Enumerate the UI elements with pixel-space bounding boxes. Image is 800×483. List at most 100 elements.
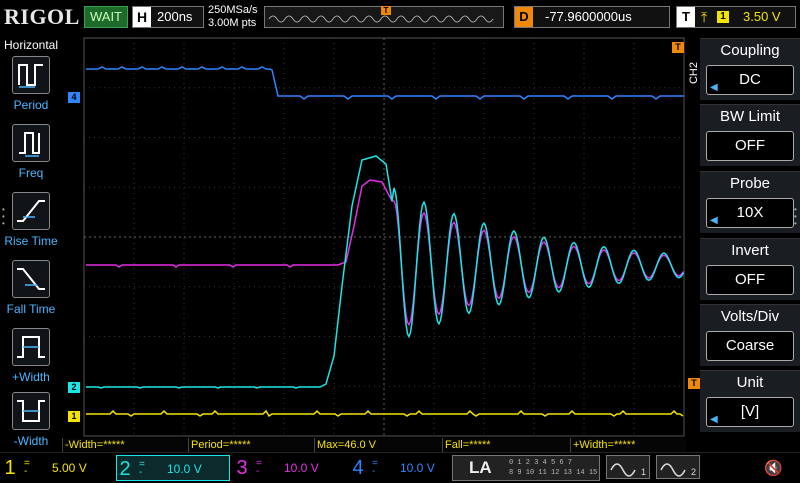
bw-limit-title: BW Limit bbox=[720, 108, 780, 125]
trigger-channel: 1 bbox=[717, 11, 729, 23]
delay-label: D bbox=[515, 7, 533, 27]
invert-title: Invert bbox=[731, 242, 769, 259]
generator-2-button[interactable]: 2 bbox=[656, 455, 700, 479]
invert-menu-item[interactable]: Invert OFF bbox=[700, 238, 800, 300]
generator-1-number: 1 bbox=[640, 467, 646, 477]
sample-rate: 250MSa/s bbox=[208, 4, 258, 16]
probe-value-text: 10X bbox=[736, 204, 764, 221]
measurement-negative-width[interactable]: -Width=***** bbox=[62, 438, 125, 452]
trigger-level-marker[interactable]: T bbox=[672, 42, 684, 53]
rise-time-icon bbox=[12, 192, 50, 230]
ch2-number: 2 bbox=[119, 458, 131, 480]
delay-box[interactable]: D -77.9600000us bbox=[514, 6, 670, 28]
ch1-offset-marker[interactable]: 1 bbox=[68, 411, 80, 422]
ch2-offset-marker[interactable]: 2 bbox=[68, 382, 80, 393]
ch1-scale: 5.00 V bbox=[52, 461, 87, 475]
chevron-left-icon: ◀ bbox=[710, 215, 718, 226]
unit-value[interactable]: ◀ [V] bbox=[706, 397, 794, 427]
logic-analyzer-button[interactable]: LA 0 1 2 3 4 5 6 7 8 9 10 11 12 13 14 15 bbox=[452, 455, 600, 481]
ch3-scale: 10.0 V bbox=[284, 461, 319, 475]
coupling-menu-item[interactable]: Coupling ◀ DC bbox=[700, 38, 800, 100]
period-label: Period bbox=[13, 98, 49, 112]
probe-title: Probe bbox=[729, 175, 771, 192]
invert-value[interactable]: OFF bbox=[706, 265, 794, 295]
unit-value-text: [V] bbox=[740, 403, 760, 420]
right-menu-scroll-dots: • • • bbox=[794, 205, 797, 228]
right-channel-menu: Coupling ◀ DC BW Limit OFF Probe ◀ 10X Inv… bbox=[700, 38, 800, 438]
generator-2-number: 2 bbox=[690, 467, 696, 477]
trigger-level-marker-lower[interactable]: T bbox=[688, 378, 700, 389]
bw-limit-menu-item[interactable]: BW Limit OFF bbox=[700, 104, 800, 166]
coupling-value-text: DC bbox=[739, 71, 761, 88]
probe-menu-item[interactable]: Probe ◀ 10X bbox=[700, 171, 800, 233]
horizontal-label: H bbox=[133, 7, 151, 27]
volts-div-value[interactable]: Coarse bbox=[706, 331, 794, 361]
rising-edge-icon: ⤒ bbox=[701, 9, 708, 25]
ch4-offset-marker[interactable]: 4 bbox=[68, 92, 80, 103]
measurement-max[interactable]: Max=46.0 V bbox=[314, 438, 376, 452]
ch3-waveform bbox=[86, 179, 685, 327]
fall-time-label: Fall Time bbox=[6, 302, 56, 316]
la-row2: 8 9 10 11 12 13 14 15 bbox=[509, 469, 598, 477]
measure-period-button[interactable]: Period bbox=[0, 56, 62, 120]
dc-coupling-icon: = - bbox=[24, 458, 30, 477]
dc-coupling-icon: = - bbox=[256, 458, 262, 477]
ch1-status[interactable]: 1 = - 5.00 V bbox=[2, 455, 114, 481]
rigol-logo: RIGOL bbox=[4, 4, 80, 29]
generator-1-button[interactable]: 1 bbox=[606, 455, 650, 479]
volts-div-menu-item[interactable]: Volts/Div Coarse bbox=[700, 304, 800, 366]
left-measure-menu: Horizontal Period Freq Rise Time Fall Ti… bbox=[0, 38, 62, 450]
probe-value[interactable]: ◀ 10X bbox=[706, 198, 794, 228]
ch2-scale: 10.0 V bbox=[167, 462, 202, 476]
coupling-title: Coupling bbox=[720, 42, 780, 59]
measure-rise-time-button[interactable]: Rise Time bbox=[0, 192, 62, 256]
negative-width-label: -Width bbox=[13, 434, 49, 448]
ch4-status[interactable]: 4 = - 10.0 V bbox=[350, 455, 450, 481]
freq-label: Freq bbox=[18, 166, 44, 180]
ch2-status[interactable]: 2 = - 10.0 V bbox=[116, 455, 230, 481]
period-icon bbox=[12, 56, 50, 94]
acquisition-status-badge[interactable]: WAIT bbox=[84, 6, 128, 28]
memory-overview-strip[interactable]: T bbox=[264, 6, 504, 28]
ch2-waveform bbox=[86, 155, 685, 389]
channel-status-bar: 1 = - 5.00 V 2 = - 10.0 V 3 = - 10.0 V 4 = -… bbox=[0, 452, 800, 481]
left-menu-title: Horizontal bbox=[3, 38, 59, 52]
unit-title: Unit bbox=[736, 374, 764, 391]
measure-fall-time-button[interactable]: Fall Time bbox=[0, 260, 62, 324]
rise-time-label: Rise Time bbox=[4, 234, 58, 248]
measure-positive-width-button[interactable]: +Width bbox=[0, 328, 62, 392]
measurement-fall[interactable]: Fall=***** bbox=[442, 438, 491, 452]
sample-info: 250MSa/s 3.00M pts bbox=[208, 4, 258, 30]
unit-menu-item[interactable]: Unit ◀ [V] bbox=[700, 370, 800, 432]
timebase-value: 200ns bbox=[157, 9, 193, 24]
measure-negative-width-button[interactable]: -Width bbox=[0, 392, 62, 456]
dc-coupling-icon: = - bbox=[139, 459, 145, 478]
positive-width-label: +Width bbox=[12, 370, 50, 384]
speaker-muted-icon[interactable]: 🔇 bbox=[764, 459, 783, 477]
negative-width-icon bbox=[12, 392, 50, 430]
chevron-left-icon: ◀ bbox=[710, 414, 718, 425]
ch3-status[interactable]: 3 = - 10.0 V bbox=[234, 455, 346, 481]
trigger-position-marker: T bbox=[381, 6, 391, 15]
fall-time-icon bbox=[12, 260, 50, 298]
measurement-period[interactable]: Period=***** bbox=[188, 438, 251, 452]
trigger-level: 3.50 V bbox=[743, 9, 781, 24]
right-menu-channel-tag: CH2 bbox=[688, 62, 700, 85]
waveform-graticule bbox=[83, 37, 685, 437]
measurement-bar: -Width=***** Period=***** Max=46.0 V Fal… bbox=[62, 438, 686, 452]
top-status-bar: RIGOL WAIT H 200ns 250MSa/s 3.00M pts T … bbox=[0, 0, 800, 36]
trigger-box[interactable]: T ⤒ 1 3.50 V bbox=[676, 6, 796, 28]
coupling-value[interactable]: ◀ DC bbox=[706, 65, 794, 95]
measure-freq-button[interactable]: Freq bbox=[0, 124, 62, 188]
volts-div-title: Volts/Div bbox=[720, 308, 780, 325]
trigger-label: T bbox=[677, 7, 695, 27]
bw-limit-value[interactable]: OFF bbox=[706, 131, 794, 161]
measurement-positive-width[interactable]: +Width=***** bbox=[570, 438, 635, 452]
waveform-display[interactable]: 4 2 1 T T bbox=[62, 36, 700, 438]
ch1-waveform bbox=[86, 409, 684, 418]
delay-value: -77.9600000us bbox=[545, 9, 632, 24]
ch3-number: 3 bbox=[236, 457, 248, 479]
horizontal-timebase-box[interactable]: H 200ns bbox=[132, 6, 204, 28]
la-row1: 0 1 2 3 4 5 6 7 bbox=[509, 459, 573, 467]
memory-depth: 3.00M pts bbox=[208, 17, 257, 29]
